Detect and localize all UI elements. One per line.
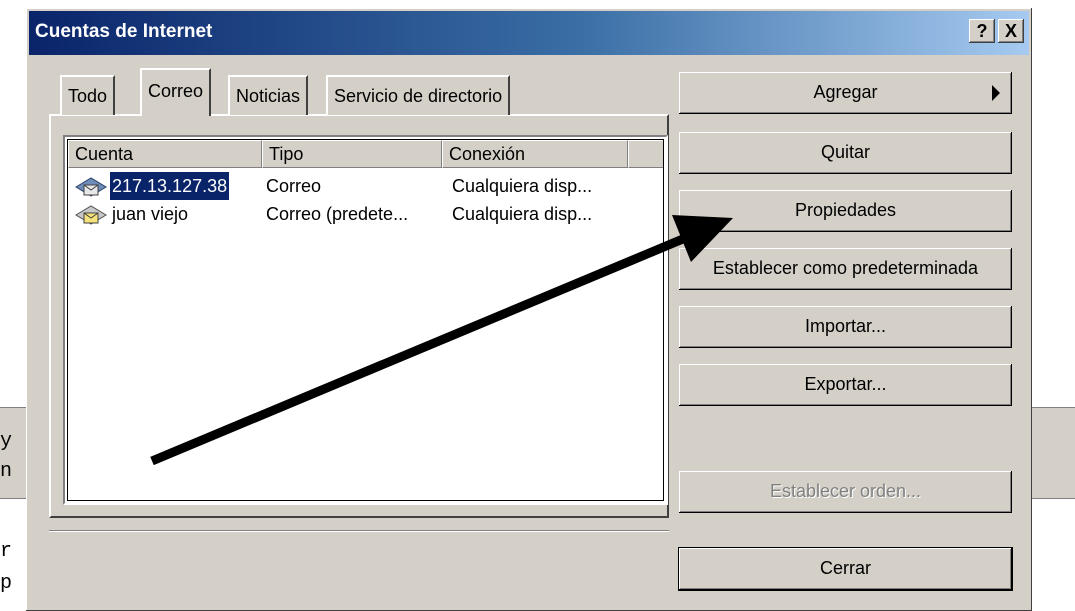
background-text-fragment: n [0, 460, 13, 483]
import-button[interactable]: Importar... [679, 306, 1012, 348]
tab-todo[interactable]: Todo [60, 75, 116, 115]
account-connection: Cualquiera disp... [452, 176, 593, 196]
help-button[interactable]: ? [969, 19, 995, 43]
tab-correo[interactable]: Correo [140, 68, 212, 116]
background-text-fragment: p [0, 572, 13, 595]
column-header-tipo[interactable]: Tipo [262, 140, 442, 168]
background-text-fragment: r [0, 540, 13, 563]
submenu-arrow-icon [992, 85, 1000, 101]
account-name: juan viejo [112, 204, 189, 224]
column-header-filler [628, 140, 663, 168]
close-window-button[interactable]: X [998, 19, 1024, 43]
account-type: Correo (predete... [266, 204, 409, 224]
close-button[interactable]: Cerrar [679, 548, 1012, 590]
window-title: Cuentas de Internet [35, 21, 213, 42]
title-bar[interactable]: Cuentas de Internet ? X [29, 11, 1029, 55]
export-button[interactable]: Exportar... [679, 364, 1012, 406]
table-row[interactable]: 217.13.127.38 Correo Cualquiera disp... [68, 172, 663, 200]
table-row[interactable]: juan viejo Correo (predete... Cualquiera… [68, 200, 663, 228]
remove-button[interactable]: Quitar [679, 132, 1012, 174]
account-connection: Cualquiera disp... [452, 204, 593, 224]
add-button-label: Agregar [813, 82, 878, 102]
properties-button[interactable]: Propiedades [679, 190, 1012, 232]
account-type: Correo [266, 176, 322, 196]
column-header-cuenta[interactable]: Cuenta [68, 140, 262, 168]
set-order-button[interactable]: Establecer orden... [679, 471, 1012, 513]
tab-servicio-directorio[interactable]: Servicio de directorio [326, 75, 511, 115]
account-name: 217.13.127.38 [110, 172, 230, 200]
mail-account-icon [75, 177, 107, 197]
column-header-conexion[interactable]: Conexión [442, 140, 628, 168]
background-text-fragment: y [0, 430, 13, 453]
add-button[interactable]: Agregar [679, 72, 1012, 114]
separator [49, 531, 669, 532]
mail-account-icon [75, 205, 107, 225]
tab-noticias[interactable]: Noticias [228, 75, 309, 115]
accounts-list[interactable]: Cuenta Tipo Conexión 217.13.127.38 Corre… [63, 135, 668, 505]
set-default-button[interactable]: Establecer como predeterminada [679, 248, 1012, 290]
